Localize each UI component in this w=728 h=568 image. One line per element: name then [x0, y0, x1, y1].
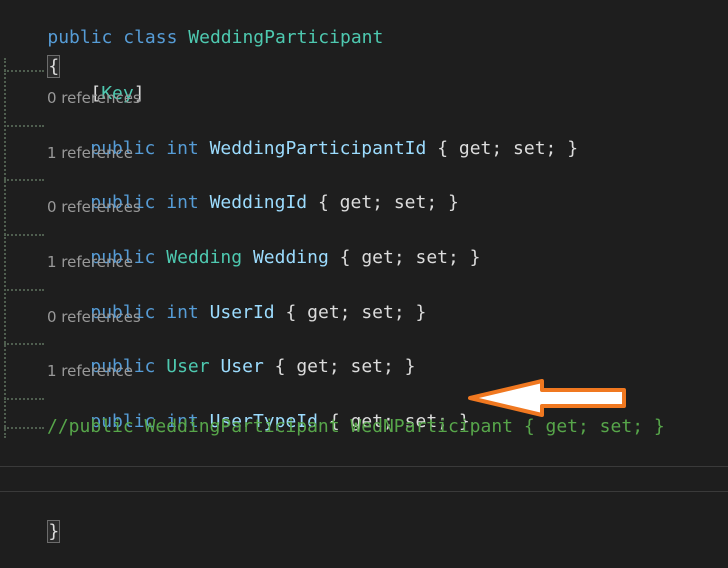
arrow-left-icon [468, 379, 626, 417]
close-brace-line[interactable]: } [4, 496, 61, 543]
whitespace-marker [4, 234, 44, 236]
property-type: Wedding [166, 247, 243, 268]
attribute-line[interactable]: [Key] [47, 58, 144, 104]
accessors: { get; set; } [285, 302, 427, 323]
property-name: Wedding [252, 247, 329, 268]
accessors: { get; set; } [274, 356, 416, 377]
codelens-references[interactable]: 1 reference [47, 143, 133, 163]
accessors: { get; set; } [339, 247, 481, 268]
whitespace-marker [4, 427, 44, 429]
whitespace-marker [4, 289, 44, 291]
open-brace-line[interactable]: { [4, 31, 61, 78]
codelens-references[interactable]: 1 reference [47, 252, 133, 272]
property-type: int [166, 138, 199, 159]
commented-property-line[interactable]: //public WeddingParticipant WedNParticip… [47, 415, 665, 439]
class-declaration-line[interactable]: public class WeddingParticipant [4, 2, 383, 48]
keyword-class: class [123, 27, 178, 48]
property-name: User [220, 356, 264, 377]
code-editor[interactable]: public class WeddingParticipant { [Key] … [0, 0, 728, 543]
current-line-highlight[interactable] [0, 466, 728, 492]
property-name: UserId [209, 302, 275, 323]
property-line-wedding[interactable]: public Wedding Wedding { get; set; } [47, 222, 480, 268]
codelens-references[interactable]: 1 reference [47, 361, 133, 381]
whitespace-marker [4, 70, 44, 72]
property-line-userid[interactable]: public int UserId { get; set; } [47, 277, 426, 323]
codelens-references[interactable]: 0 references [47, 197, 141, 217]
whitespace-marker [4, 179, 44, 181]
property-line-weddingid[interactable]: public int WeddingId { get; set; } [47, 167, 459, 213]
whitespace-marker [4, 398, 44, 400]
codelens-references[interactable]: 0 references [47, 88, 141, 108]
property-name: WeddingParticipantId [209, 138, 427, 159]
property-type: int [166, 302, 199, 323]
whitespace-marker [4, 125, 44, 127]
property-name: WeddingId [209, 192, 308, 213]
property-line-weddingparticipantid[interactable]: public int WeddingParticipantId { get; s… [47, 113, 578, 159]
property-type: User [166, 356, 210, 377]
close-brace: } [47, 520, 61, 543]
property-line-user[interactable]: public User User { get; set; } [47, 331, 415, 377]
whitespace-marker [4, 343, 44, 345]
accessors: { get; set; } [437, 138, 579, 159]
codelens-references[interactable]: 0 references [47, 307, 141, 327]
indent-guide [4, 58, 6, 438]
property-type: int [166, 192, 199, 213]
class-name: WeddingParticipant [188, 27, 384, 48]
property-line-usertypeid[interactable]: public int UserTypeId { get; set; } [47, 386, 469, 432]
accessors: { get; set; } [317, 192, 459, 213]
